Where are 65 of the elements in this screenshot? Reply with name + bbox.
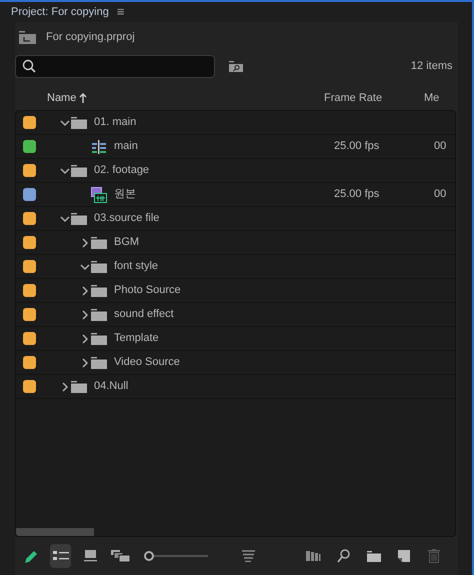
folder-icon: [71, 380, 87, 392]
search-bin-icon[interactable]: [229, 60, 243, 72]
label-color-swatch[interactable]: [23, 308, 36, 321]
search-icon: [22, 59, 36, 73]
folder-icon: [91, 284, 107, 296]
item-name[interactable]: 02. footage: [94, 162, 150, 179]
item-name[interactable]: BGM: [114, 234, 140, 251]
folder-icon: [91, 356, 107, 368]
media-start: 00: [434, 139, 446, 154]
sort-icon: [242, 550, 255, 562]
search-icon: [337, 549, 350, 563]
bin-up-icon[interactable]: [19, 30, 36, 44]
label-color-swatch[interactable]: [23, 380, 36, 393]
trash-icon: [428, 549, 440, 563]
item-name[interactable]: Template: [114, 330, 159, 347]
folder-icon: [71, 116, 87, 128]
item-name[interactable]: 원본: [114, 186, 136, 203]
label-color-swatch[interactable]: [23, 284, 36, 297]
column-header[interactable]: Name: [47, 90, 76, 106]
item-name[interactable]: sound effect: [114, 306, 174, 323]
item-name[interactable]: 04.Null: [94, 378, 128, 395]
label-color-swatch[interactable]: [23, 212, 36, 225]
freeform-view-icon: [111, 550, 130, 562]
list-view-button[interactable]: [50, 544, 71, 568]
icon-view-icon: [84, 550, 97, 562]
item-name[interactable]: font style: [114, 258, 158, 275]
item-name[interactable]: Photo Source: [114, 282, 181, 299]
label-color-swatch[interactable]: [23, 140, 36, 153]
frame-rate: 25.00 fps: [334, 187, 380, 202]
sort-arrow-icon[interactable]: [79, 93, 88, 103]
folder-icon: [91, 308, 107, 320]
clip-icon: [91, 186, 107, 202]
panel-title[interactable]: Project: For copying: [11, 4, 109, 20]
new-item-icon: [398, 550, 410, 562]
automate-icon: [306, 551, 321, 561]
item-count: 12 items: [410, 58, 452, 74]
folder-icon: [91, 332, 107, 344]
label-color-swatch[interactable]: [23, 188, 36, 201]
item-name[interactable]: 01. main: [94, 114, 136, 131]
search-field[interactable]: [15, 54, 215, 78]
item-name[interactable]: main: [114, 138, 138, 155]
zoom-slider-thumb[interactable]: [144, 551, 154, 561]
folder-icon: [71, 212, 87, 224]
folder-icon: [91, 260, 107, 272]
label-color-swatch[interactable]: [23, 356, 36, 369]
frame-rate: 25.00 fps: [334, 139, 380, 154]
item-name[interactable]: Video Source: [114, 354, 180, 371]
item-name[interactable]: 03.source file: [94, 210, 160, 227]
label-color-swatch[interactable]: [23, 332, 36, 345]
label-color-swatch[interactable]: [23, 260, 36, 273]
folder-icon: [366, 550, 380, 562]
label-color-swatch[interactable]: [23, 164, 36, 177]
folder-icon: [71, 164, 87, 176]
label-color-swatch[interactable]: [23, 236, 36, 249]
pencil-icon: [22, 548, 38, 564]
label-color-swatch[interactable]: [23, 116, 36, 129]
scrollbar-thumb[interactable]: [16, 528, 94, 536]
folder-icon: [91, 236, 107, 248]
list-view-icon: [52, 550, 68, 562]
media-start: 00: [434, 187, 446, 202]
sequence-icon: [91, 140, 107, 154]
column-header[interactable]: Frame Rate: [324, 90, 382, 106]
column-header[interactable]: Me: [424, 90, 440, 106]
panel-menu-icon[interactable]: ≡: [116, 2, 124, 22]
project-file-name: For copying.prproj: [46, 30, 135, 45]
